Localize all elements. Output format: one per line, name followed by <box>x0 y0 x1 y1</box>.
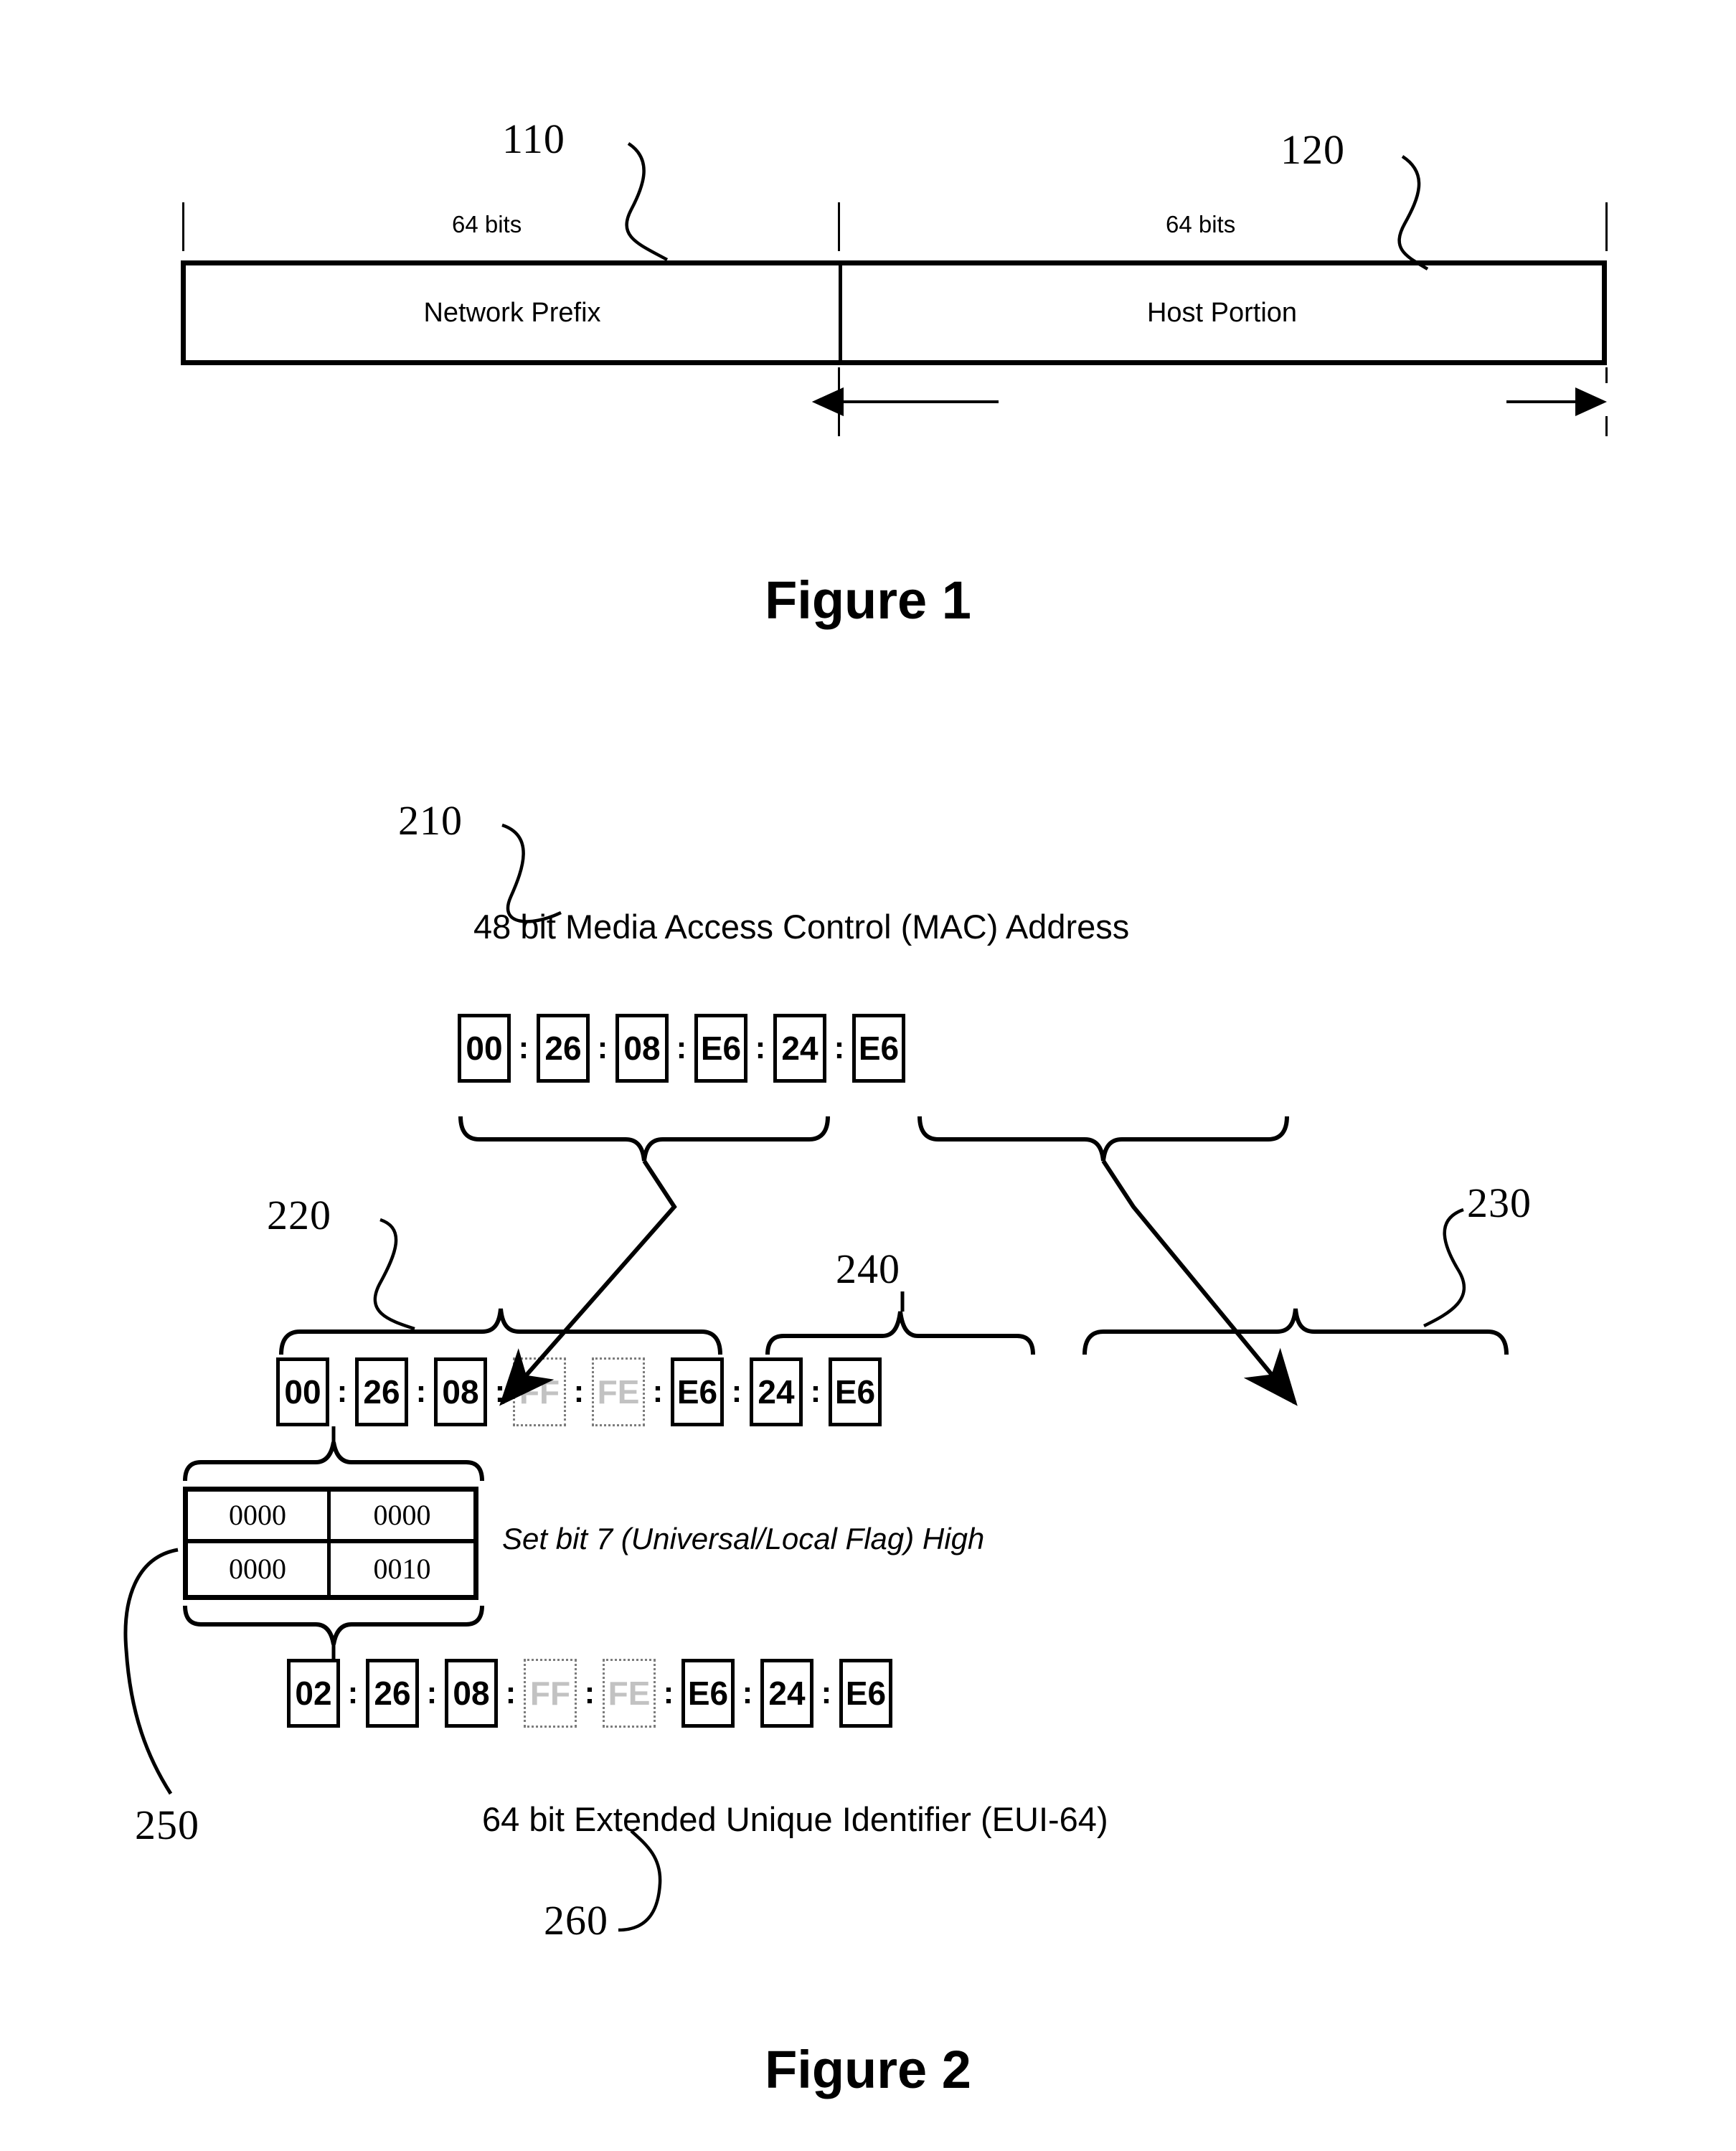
bits-label-host-portion: 64 bits <box>1166 211 1236 237</box>
octet-box-inserted: FE <box>592 1357 645 1426</box>
octet-box: E6 <box>681 1659 735 1728</box>
ipv6-address-bar: Network Prefix Host Portion <box>181 260 1607 365</box>
octet-separator: : <box>415 1374 427 1409</box>
octet-separator: : <box>426 1675 438 1710</box>
mac-address-title: 48 bit Media Access Control (MAC) Addres… <box>473 908 1130 946</box>
octet-separator: : <box>336 1374 348 1409</box>
octet-separator: : <box>742 1675 753 1710</box>
octet-separator: : <box>494 1374 506 1409</box>
mac-address-octet-row: 00:26:08: E6:24: E6 <box>458 1014 905 1083</box>
octet-box-inserted: FF <box>524 1659 577 1728</box>
network-prefix-cell: Network Prefix <box>186 265 842 360</box>
dimension-tick-middle <box>838 202 840 251</box>
brace-eui-oui <box>279 1308 722 1355</box>
octet-box: 26 <box>366 1659 419 1728</box>
octet-separator: : <box>518 1030 529 1065</box>
binary-table-row: 0000 0010 <box>188 1543 473 1595</box>
dimension-tick-left <box>182 202 184 251</box>
octet-separator: : <box>676 1030 687 1065</box>
binary-cell: 0000 <box>188 1543 331 1595</box>
binary-cell: 0010 <box>373 1553 431 1585</box>
octet-box: 08 <box>445 1659 498 1728</box>
octet-box: 08 <box>434 1357 487 1426</box>
figure-1-caption: Figure 1 <box>765 570 971 630</box>
binary-table-row: 0000 0000 <box>188 1492 473 1543</box>
leader-line-250 <box>123 1548 179 1795</box>
octet-separator: : <box>755 1030 766 1065</box>
patent-figure-sheet: 110 120 64 bits 64 bits Network Prefix H… <box>0 0 1736 2151</box>
leader-line-230 <box>1423 1208 1466 1328</box>
octet-box: 08 <box>615 1014 669 1083</box>
octet-separator: : <box>597 1030 608 1065</box>
octet-separator: : <box>505 1675 516 1710</box>
eui64-octet-row: 02:26:08: FF: FE: E6:24: E6 <box>287 1659 892 1728</box>
octet-box: E6 <box>694 1014 747 1083</box>
octet-separator: : <box>652 1374 664 1409</box>
octet-box: 00 <box>276 1357 329 1426</box>
eui-octet-row: 00:26:08: FF: FE: E6:24: E6 <box>276 1357 882 1426</box>
reference-number-110: 110 <box>502 116 565 162</box>
brace-mac-oui <box>458 1116 830 1162</box>
reference-number-220: 220 <box>267 1192 331 1238</box>
iid-label: Interface Identifier Field (IID) <box>1004 386 1305 413</box>
octet-separator: : <box>573 1374 585 1409</box>
leader-line-110 <box>625 142 669 261</box>
brace-eui-nic <box>1082 1308 1509 1355</box>
octet-box-inserted: FE <box>603 1659 656 1728</box>
leader-line-260 <box>618 1830 662 1932</box>
binary-nibble-table: 0000 0000 0000 0010 <box>183 1487 478 1600</box>
octet-separator: : <box>834 1030 845 1065</box>
reference-number-230: 230 <box>1467 1180 1532 1226</box>
octet-box: 26 <box>537 1014 590 1083</box>
octet-box: E6 <box>839 1659 892 1728</box>
octet-box-inserted: FF <box>513 1357 566 1426</box>
host-portion-cell: Host Portion <box>842 265 1602 360</box>
brace-above-binary-table <box>183 1426 484 1482</box>
octet-box: E6 <box>852 1014 905 1083</box>
octet-separator: : <box>584 1675 595 1710</box>
brace-below-binary-table <box>183 1605 484 1659</box>
reference-number-250: 250 <box>135 1802 199 1848</box>
octet-box: 24 <box>773 1014 826 1083</box>
reference-number-240: 240 <box>836 1246 900 1292</box>
octet-separator: : <box>731 1374 742 1409</box>
figure-2-caption: Figure 2 <box>765 2040 971 2099</box>
octet-box: 24 <box>750 1357 803 1426</box>
reference-number-260: 260 <box>544 1897 608 1944</box>
octet-separator: : <box>663 1675 674 1710</box>
iid-tick-right <box>1605 367 1608 436</box>
brace-mac-nic <box>917 1116 1289 1162</box>
eui64-title: 64 bit Extended Unique Identifier (EUI-6… <box>482 1800 1108 1838</box>
binary-cell: 0000 <box>373 1499 431 1531</box>
octet-box: 24 <box>760 1659 813 1728</box>
set-bit-7-note: Set bit 7 (Universal/Local Flag) High <box>502 1522 985 1555</box>
octet-box: 00 <box>458 1014 511 1083</box>
octet-separator: : <box>821 1675 832 1710</box>
leader-line-120 <box>1397 155 1429 270</box>
network-prefix-label: Network Prefix <box>423 298 601 328</box>
octet-box: E6 <box>671 1357 724 1426</box>
reference-number-210: 210 <box>398 797 463 844</box>
octet-separator: : <box>810 1374 821 1409</box>
dimension-tick-right <box>1605 202 1608 251</box>
host-portion-label: Host Portion <box>1146 298 1298 328</box>
octet-box: E6 <box>829 1357 882 1426</box>
octet-box: 26 <box>355 1357 408 1426</box>
octet-separator: : <box>347 1675 359 1710</box>
reference-number-120: 120 <box>1280 126 1345 173</box>
binary-cell: 0000 <box>188 1492 331 1539</box>
leader-line-220 <box>373 1218 415 1331</box>
bits-label-network-prefix: 64 bits <box>452 211 522 237</box>
octet-box: 02 <box>287 1659 340 1728</box>
brace-ffe-inserted <box>765 1311 1035 1355</box>
arrow-mac-nic-to-eui <box>1101 1159 1298 1406</box>
iid-tick-left <box>838 367 840 436</box>
